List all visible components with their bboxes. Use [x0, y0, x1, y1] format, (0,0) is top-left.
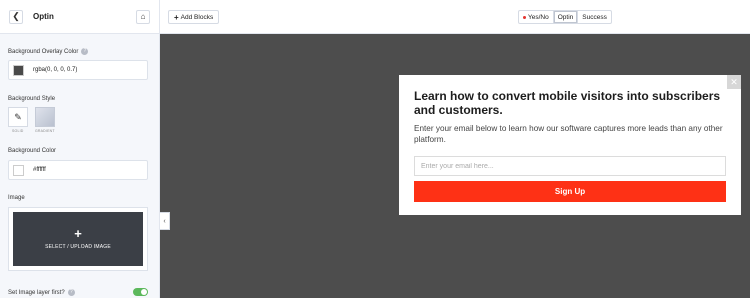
background-color-value: #ffffff [33, 167, 46, 173]
brush-icon: ✎ [14, 111, 22, 122]
image-label: Image [8, 195, 25, 201]
optin-modal: ✕ Learn how to convert mobile visitors i… [399, 75, 741, 215]
collapse-sidebar-button[interactable]: ‹ [160, 212, 170, 230]
close-button[interactable]: ✕ [727, 75, 741, 89]
overlay-color-field[interactable]: rgba(0, 0, 0, 0.7) [8, 60, 148, 80]
tab-optin[interactable]: Optin [552, 11, 578, 23]
background-color-swatch[interactable] [13, 164, 24, 176]
close-icon: ✕ [730, 76, 738, 87]
settings-sidebar: ❮ Optin ⌂ Background Overlay Color? rgba… [0, 0, 160, 298]
background-color-field[interactable]: #ffffff [8, 160, 148, 180]
image-upload-area: + SELECT / UPLOAD IMAGE [8, 207, 148, 271]
sidebar-title: Optin [33, 12, 54, 21]
tab-success[interactable]: Success [577, 11, 611, 23]
help-icon[interactable]: ? [81, 48, 89, 55]
sidebar-header: ❮ Optin ⌂ [0, 0, 159, 34]
chevron-left-icon: ❮ [12, 11, 20, 21]
status-dot-icon [523, 15, 526, 19]
plus-icon: + [74, 226, 82, 241]
home-button[interactable]: ⌂ [136, 9, 150, 24]
select-upload-image-button[interactable]: + SELECT / UPLOAD IMAGE [13, 212, 143, 266]
add-blocks-button[interactable]: + Add Blocks [168, 10, 220, 24]
top-toolbar: + Add Blocks Yes/No Optin Success [160, 0, 750, 34]
help-icon[interactable]: ? [67, 289, 75, 296]
view-tabs: Yes/No Optin Success [518, 10, 612, 24]
optin-headline: Learn how to convert mobile visitors int… [414, 89, 721, 117]
plus-icon: + [174, 12, 179, 22]
back-button[interactable]: ❮ [9, 9, 23, 24]
style-gradient-caption: GRADIENT [35, 129, 55, 133]
image-layer-label: Set Image layer first?? [8, 289, 75, 296]
tab-optin-label: Optin [557, 13, 574, 21]
tab-yes-no[interactable]: Yes/No [519, 11, 553, 23]
chevron-left-icon: ‹ [163, 217, 166, 225]
upload-label: SELECT / UPLOAD IMAGE [45, 244, 111, 250]
image-layer-toggle[interactable] [133, 288, 148, 296]
add-blocks-label: Add Blocks [180, 13, 214, 21]
style-solid-caption: SOLID [12, 129, 24, 133]
home-icon: ⌂ [140, 12, 146, 21]
tab-success-label: Success [582, 13, 607, 21]
overlay-color-value: rgba(0, 0, 0, 0.7) [33, 67, 78, 73]
background-style-label: Background Style [8, 96, 56, 102]
overlay-color-label: Background Overlay Color? [8, 48, 89, 56]
background-color-label: Background Color [8, 148, 57, 154]
overlay-color-label-text: Background Overlay Color [8, 49, 79, 56]
style-option-solid[interactable]: ✎ [8, 107, 28, 127]
optin-subtext: Enter your email below to learn how our … [414, 124, 723, 144]
image-layer-label-text: Set Image layer first? [8, 290, 65, 297]
overlay-color-swatch[interactable] [13, 64, 24, 76]
email-input[interactable] [414, 156, 726, 176]
sign-up-button[interactable]: Sign Up [414, 181, 726, 202]
tab-yes-no-label: Yes/No [528, 13, 549, 21]
style-option-gradient[interactable] [35, 107, 55, 127]
